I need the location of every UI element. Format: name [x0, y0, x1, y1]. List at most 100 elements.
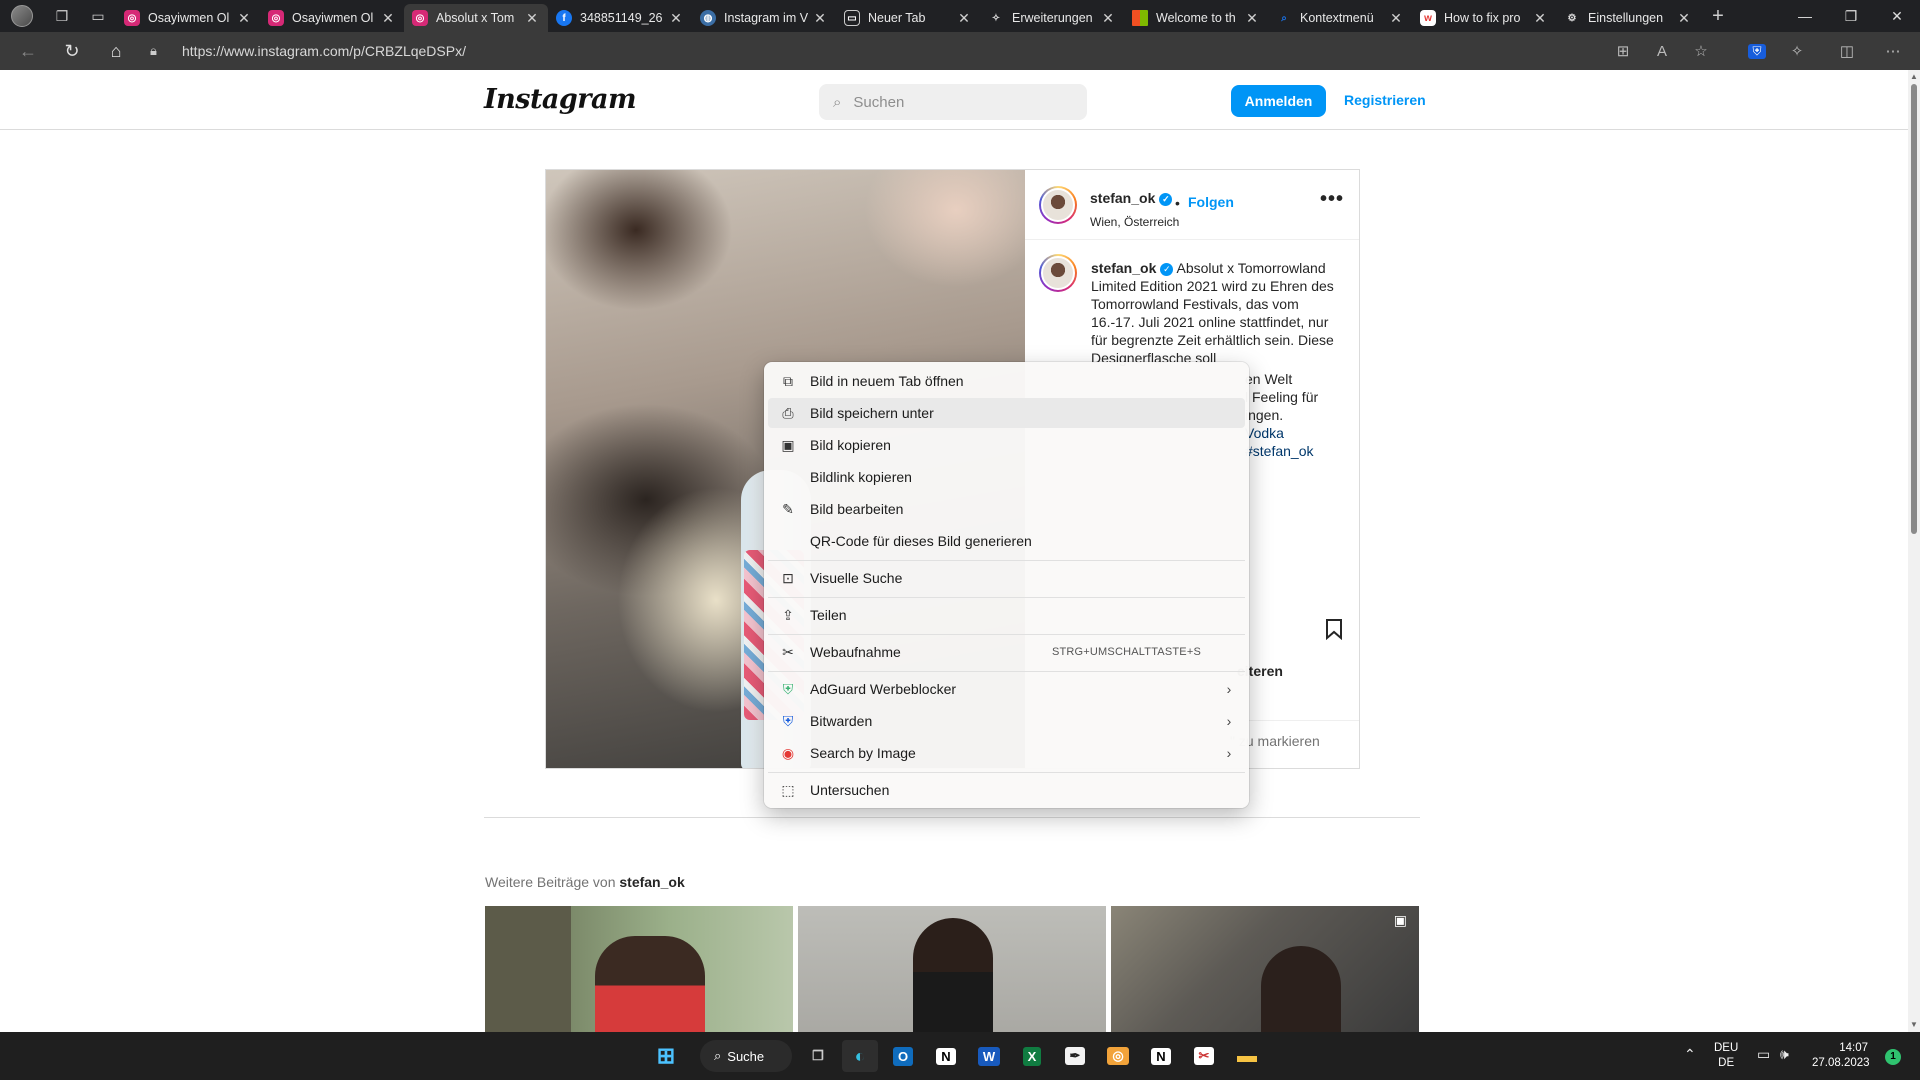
close-tab-icon[interactable]: ✕: [1388, 10, 1404, 27]
close-window-icon[interactable]: ✕: [1874, 0, 1920, 32]
hashtag-link[interactable]: #stefan_ok: [1245, 442, 1355, 460]
menu-item-qr-code[interactable]: QR-Code für dieses Bild generieren: [768, 526, 1245, 556]
tab-0[interactable]: ◎ Osayiwmen Ol ✕: [116, 4, 260, 32]
notion-app-icon[interactable]: N: [1143, 1040, 1179, 1072]
tab-1[interactable]: ◎ Osayiwmen Ol ✕: [260, 4, 404, 32]
network-icon[interactable]: ▭: [1757, 1046, 1770, 1063]
notification-badge[interactable]: 1: [1885, 1049, 1901, 1065]
caption-avatar[interactable]: [1039, 254, 1077, 292]
reload-icon[interactable]: ↻: [50, 32, 94, 70]
tab-2-active[interactable]: ◎ Absolut x Tom ✕: [404, 4, 548, 32]
close-tab-icon[interactable]: ✕: [1532, 10, 1548, 27]
menu-item-inspect[interactable]: ⬚ Untersuchen: [768, 775, 1245, 805]
menu-item-save-image-as[interactable]: ⎙ Bild speichern unter: [768, 398, 1245, 428]
split-screen-icon[interactable]: ◫: [1830, 36, 1864, 66]
thumbnail-post[interactable]: [798, 906, 1106, 1032]
pen-app-icon[interactable]: ✒: [1057, 1040, 1093, 1072]
word-icon[interactable]: W: [971, 1040, 1007, 1072]
back-icon[interactable]: ←: [6, 32, 50, 70]
file-explorer-icon[interactable]: ▬: [1229, 1040, 1265, 1072]
close-tab-icon[interactable]: ✕: [236, 10, 252, 27]
menu-item-adguard[interactable]: ⛨ AdGuard Werbeblocker ›: [768, 674, 1245, 704]
instagram-logo[interactable]: Instagram: [484, 84, 637, 115]
scroll-thumb[interactable]: [1911, 84, 1917, 534]
tab-10[interactable]: ⚙ Einstellungen ✕: [1556, 4, 1700, 32]
tab-4[interactable]: ◍ Instagram im V ✕: [692, 4, 836, 32]
avatar[interactable]: [1039, 186, 1077, 224]
scroll-down-icon[interactable]: ▼: [1910, 1020, 1918, 1029]
close-tab-icon[interactable]: ✕: [668, 10, 684, 27]
tab-5[interactable]: ▭ Neuer Tab ✕: [836, 4, 980, 32]
follow-button[interactable]: Folgen: [1188, 194, 1234, 210]
menu-item-bitwarden[interactable]: ⛨ Bitwarden ›: [768, 706, 1245, 736]
extensions-icon[interactable]: ✧: [1780, 36, 1814, 66]
person-shape: [913, 918, 993, 1032]
app-available-icon[interactable]: ⊞: [1606, 36, 1640, 66]
chevron-up-icon[interactable]: ⌃: [1684, 1046, 1696, 1063]
search-icon: ⌕: [833, 93, 842, 111]
close-tab-icon[interactable]: ✕: [1100, 10, 1116, 27]
workspaces-icon[interactable]: ❐: [44, 0, 80, 32]
more-options-icon[interactable]: •••: [1320, 188, 1344, 211]
thumbnail-post[interactable]: [485, 906, 793, 1032]
outlook-icon[interactable]: O: [885, 1040, 921, 1072]
tab-7[interactable]: Welcome to th ✕: [1124, 4, 1268, 32]
tab-actions-icon[interactable]: ▭: [80, 0, 116, 32]
close-tab-icon[interactable]: ✕: [380, 10, 396, 27]
reel-icon: ▣: [1393, 912, 1407, 928]
volume-icon[interactable]: 🕪︎: [1780, 1046, 1789, 1063]
close-tab-icon[interactable]: ✕: [1244, 10, 1260, 27]
tab-9[interactable]: w How to fix pro ✕: [1412, 4, 1556, 32]
search-input[interactable]: ⌕ Suchen: [819, 84, 1087, 120]
settings-menu-icon[interactable]: ⋯: [1876, 36, 1910, 66]
page-scrollbar[interactable]: ▲ ▼: [1908, 70, 1920, 1032]
menu-item-copy-image[interactable]: ▣ Bild kopieren: [768, 430, 1245, 460]
chevron-right-icon: ›: [1226, 745, 1232, 761]
url-field[interactable]: 🔒︎ https://www.instagram.com/p/CRBZLqeDS…: [150, 36, 1450, 66]
inspect-icon: ⬚: [781, 781, 795, 798]
close-tab-icon[interactable]: ✕: [1676, 10, 1692, 27]
menu-item-web-capture[interactable]: ✂ Webaufnahme STRG+UMSCHALTTASTE+S: [768, 637, 1245, 667]
instagram-favicon-icon: ◎: [268, 10, 284, 26]
login-button[interactable]: Anmelden: [1231, 85, 1326, 117]
bitwarden-extension-icon[interactable]: ⛨: [1740, 36, 1774, 66]
register-link[interactable]: Registrieren: [1344, 92, 1426, 108]
menu-item-share[interactable]: ⇪ Teilen: [768, 600, 1245, 630]
close-tab-icon[interactable]: ✕: [956, 10, 972, 27]
windows-start-icon[interactable]: ⊞: [648, 1040, 684, 1072]
excel-icon[interactable]: X: [1014, 1040, 1050, 1072]
menu-item-search-by-image[interactable]: ◉ Search by Image ›: [768, 738, 1245, 768]
edge-browser-icon[interactable]: ◐: [842, 1040, 878, 1072]
restore-icon[interactable]: ❐: [1828, 0, 1874, 32]
scroll-up-icon[interactable]: ▲: [1910, 72, 1918, 81]
menu-item-visual-search[interactable]: ⊡ Visuelle Suche: [768, 563, 1245, 593]
minimize-icon[interactable]: —: [1782, 0, 1828, 32]
favorite-star-icon[interactable]: ☆: [1684, 36, 1718, 66]
tab-6[interactable]: ✧ Erweiterungen ✕: [980, 4, 1124, 32]
post-username[interactable]: stefan_ok ✓: [1090, 190, 1173, 206]
keyboard-language[interactable]: DEU DE: [1714, 1041, 1738, 1071]
notion-icon[interactable]: N: [928, 1040, 964, 1072]
bookmark-icon[interactable]: [1325, 618, 1343, 640]
snipping-tool-icon[interactable]: ◎: [1100, 1040, 1136, 1072]
task-view-icon[interactable]: ❐: [800, 1040, 836, 1072]
clock[interactable]: 14:07 27.08.2023: [1812, 1041, 1870, 1071]
new-tab-plus-icon[interactable]: +: [1700, 0, 1736, 32]
close-tab-icon[interactable]: ✕: [524, 10, 540, 27]
taskbar-search-button[interactable]: ⌕ Suche: [700, 1040, 792, 1072]
menu-item-edit-image[interactable]: ✎ Bild bearbeiten: [768, 494, 1245, 524]
snipping-app-icon[interactable]: ✂: [1186, 1040, 1222, 1072]
post-location[interactable]: Wien, Österreich: [1090, 215, 1179, 229]
profile-avatar-icon[interactable]: [0, 0, 44, 32]
read-aloud-icon[interactable]: A: [1645, 36, 1679, 66]
hashtag-link[interactable]: Vodka: [1245, 424, 1355, 442]
tab-8[interactable]: ⌕ Kontextmenü ✕: [1268, 4, 1412, 32]
menu-item-copy-image-link[interactable]: Bildlink kopieren: [768, 462, 1245, 492]
tab-3[interactable]: f 348851149_26 ✕: [548, 4, 692, 32]
home-icon[interactable]: ⌂: [94, 32, 138, 70]
more-posts-username[interactable]: stefan_ok: [619, 874, 684, 890]
menu-item-open-image-new-tab[interactable]: ⧉ Bild in neuem Tab öffnen: [768, 366, 1245, 396]
close-tab-icon[interactable]: ✕: [812, 10, 828, 27]
thumbnail-post[interactable]: ▣: [1111, 906, 1419, 1032]
caption-username[interactable]: stefan_ok: [1091, 260, 1156, 276]
